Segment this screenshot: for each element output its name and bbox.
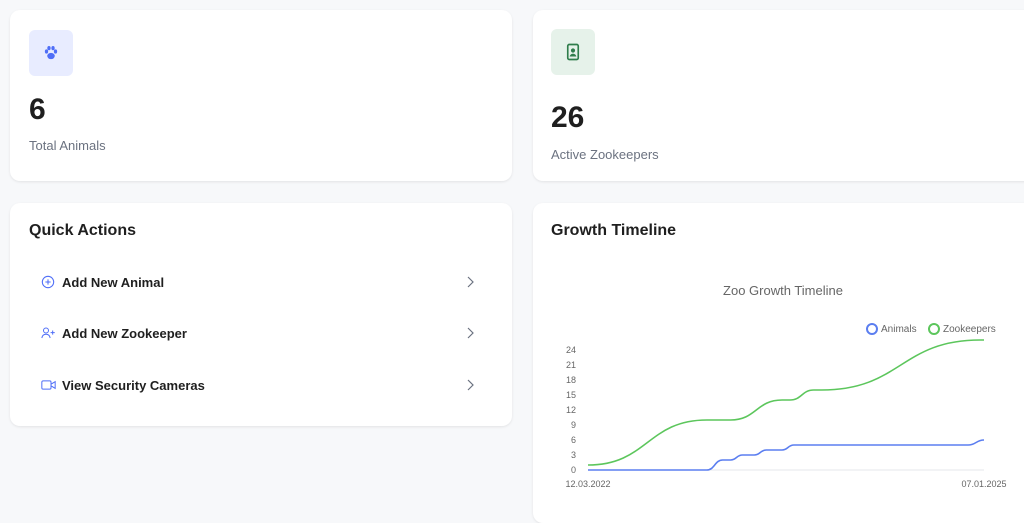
plus-circle-icon [40, 274, 56, 290]
chevron-right-icon [462, 325, 478, 341]
id-badge-icon [551, 29, 595, 75]
chevron-right-icon [462, 377, 478, 393]
view-security-cameras-label: View Security Cameras [62, 377, 205, 393]
add-new-zookeeper-button[interactable]: Add New Zookeeper [28, 311, 508, 355]
legend-animals[interactable]: Animals [866, 323, 917, 335]
total-animals-value: 6 [29, 93, 46, 126]
paw-icon [29, 30, 73, 76]
active-zookeepers-value: 26 [551, 101, 585, 134]
legend-zookeepers-label: Zookeepers [943, 323, 996, 335]
legend-animals-swatch [866, 323, 878, 335]
quick-actions-card: Quick Actions Add New Animal Add New Zoo… [10, 203, 512, 426]
growth-timeline-title: Growth Timeline [551, 222, 677, 239]
view-security-cameras-button[interactable]: View Security Cameras [28, 363, 508, 407]
quick-actions-title: Quick Actions [29, 222, 136, 239]
total-animals-label: Total Animals [29, 138, 106, 153]
growth-timeline-card: Growth Timeline [533, 203, 1024, 523]
legend-zookeepers-swatch [928, 323, 940, 335]
video-icon [40, 377, 56, 393]
active-zookeepers-card: 26 Active Zookeepers [533, 10, 1024, 181]
legend-animals-label: Animals [881, 323, 917, 335]
chevron-right-icon [462, 274, 478, 290]
chart-title: Zoo Growth Timeline [723, 283, 843, 298]
add-new-animal-button[interactable]: Add New Animal [28, 260, 508, 304]
add-new-zookeeper-label: Add New Zookeeper [62, 325, 187, 341]
add-new-animal-label: Add New Animal [62, 274, 165, 290]
total-animals-card: 6 Total Animals [10, 10, 512, 181]
active-zookeepers-label: Active Zookeepers [551, 147, 659, 162]
user-plus-icon [40, 325, 56, 341]
legend-zookeepers[interactable]: Zookeepers [928, 323, 996, 335]
